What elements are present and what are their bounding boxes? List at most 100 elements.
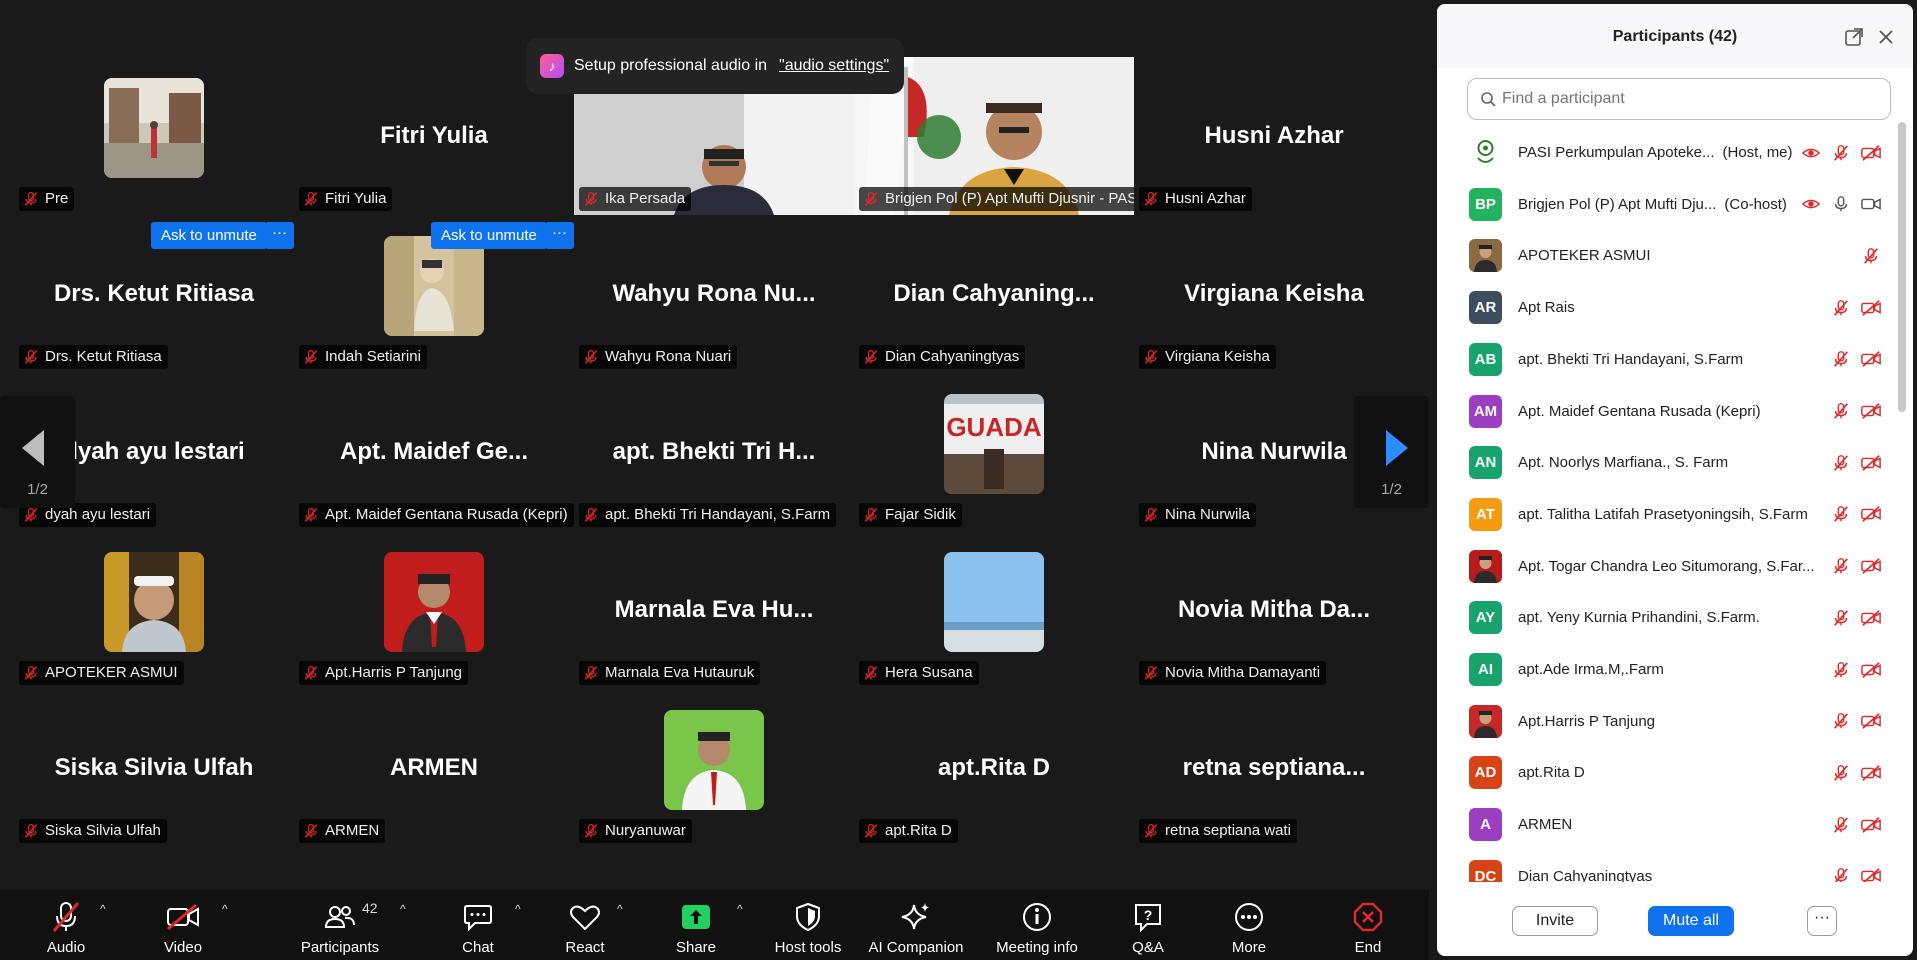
video-off-icon[interactable] — [1860, 452, 1882, 474]
chat-options-caret[interactable]: ^ — [515, 902, 521, 916]
participant-tile[interactable]: Siska Silvia Ulfah Siska Silvia Ulfah — [14, 689, 294, 847]
participant-row[interactable]: AD apt.Rita D — [1437, 747, 1897, 798]
more-button[interactable]: More — [1226, 890, 1272, 960]
mic-muted-icon[interactable] — [1860, 245, 1882, 267]
ask-to-unmute-button[interactable]: Ask to unmute — [151, 222, 267, 249]
participant-row[interactable]: AI apt.Ade Irma.M,.Farm — [1437, 644, 1897, 695]
participant-role: (Co-host) — [1724, 195, 1787, 213]
participant-row[interactable]: PASI Perkumpulan Apoteke... (Host, me) — [1437, 127, 1897, 178]
participant-row[interactable]: AR Apt Rais — [1437, 282, 1897, 333]
participant-tile[interactable]: Husni Azhar Husni Azhar — [1134, 57, 1414, 215]
participant-search[interactable] — [1467, 78, 1891, 120]
tile-label-text: Siska Silvia Ulfah — [45, 822, 161, 839]
participant-row[interactable]: Apt. Togar Chandra Leo Situmorang, S.Far… — [1437, 541, 1897, 592]
video-off-icon[interactable] — [1860, 865, 1882, 882]
participant-row[interactable]: DC Dian Cahyaningtyas — [1437, 851, 1897, 882]
mic-muted-icon[interactable] — [1830, 452, 1852, 474]
close-icon[interactable] — [1876, 27, 1896, 47]
video-off-icon[interactable] — [1860, 142, 1882, 164]
video-off-icon[interactable] — [1860, 503, 1882, 525]
end-meeting-button[interactable]: End — [1348, 890, 1388, 960]
tile-more-button[interactable]: ··· — [265, 222, 294, 249]
mic-muted-icon[interactable] — [1830, 555, 1852, 577]
next-page-button[interactable]: 1/2 — [1354, 396, 1429, 508]
participant-tile[interactable]: Wahyu Rona Nu... Wahyu Rona Nuari — [574, 215, 854, 373]
mic-icon[interactable] — [1830, 193, 1852, 215]
previous-page-button[interactable]: 1/2 — [0, 396, 75, 508]
mic-muted-icon[interactable] — [1830, 503, 1852, 525]
participant-tile[interactable]: apt.Rita D apt.Rita D — [854, 689, 1134, 847]
audio-button[interactable]: Audio — [38, 890, 94, 960]
audio-settings-toast[interactable]: ♪ Setup professional audio in "audio set… — [526, 38, 904, 94]
mic-muted-icon[interactable] — [1830, 348, 1852, 370]
video-options-caret[interactable]: ^ — [222, 902, 228, 916]
mic-muted-icon[interactable] — [1830, 710, 1852, 732]
recording-icon[interactable] — [1800, 142, 1822, 164]
meeting-info-button[interactable]: Meeting info — [990, 890, 1084, 960]
mic-muted-icon[interactable] — [1830, 297, 1852, 319]
participant-tile[interactable]: retna septiana... retna septiana wati — [1134, 689, 1414, 847]
participants-options-caret[interactable]: ^ — [400, 902, 406, 916]
video-off-icon[interactable] — [1860, 400, 1882, 422]
mic-muted-icon[interactable] — [1830, 607, 1852, 629]
participant-row[interactable]: AT apt. Talitha Latifah Prasetyoningsih, … — [1437, 489, 1897, 540]
popout-icon[interactable] — [1844, 27, 1864, 47]
video-off-icon[interactable] — [1860, 348, 1882, 370]
participant-tile[interactable]: Pre — [14, 57, 294, 215]
participant-row[interactable]: AM Apt. Maidef Gentana Rusada (Kepri) — [1437, 386, 1897, 437]
chat-button[interactable]: Chat — [455, 890, 501, 960]
search-input[interactable] — [1502, 90, 1862, 108]
ai-companion-button[interactable]: AI Companion — [864, 890, 968, 960]
participant-row[interactable]: AN Apt. Noorlys Marfiana., S. Farm — [1437, 437, 1897, 488]
ask-to-unmute-button[interactable]: Ask to unmute — [431, 222, 547, 249]
participant-row[interactable]: AB apt. Bhekti Tri Handayani, S.Farm — [1437, 334, 1897, 385]
host-tools-button[interactable]: Host tools — [770, 890, 846, 960]
video-off-icon[interactable] — [1860, 814, 1882, 836]
tile-label-text: Fitri Yulia — [325, 190, 387, 207]
invite-button[interactable]: Invite — [1512, 906, 1598, 936]
participant-row[interactable]: APOTEKER ASMUI — [1437, 230, 1897, 281]
participant-tile[interactable]: ARMEN ARMEN — [294, 689, 574, 847]
video-icon[interactable] — [1860, 193, 1882, 215]
participant-row[interactable]: A ARMEN — [1437, 799, 1897, 850]
participant-row[interactable]: Apt.Harris P Tanjung — [1437, 696, 1897, 747]
mute-all-button[interactable]: Mute all — [1648, 906, 1734, 936]
react-button[interactable]: React — [560, 890, 610, 960]
participant-tile[interactable]: Apt.Harris P Tanjung — [294, 531, 574, 689]
video-off-icon[interactable] — [1860, 297, 1882, 319]
video-off-icon[interactable] — [1860, 762, 1882, 784]
mic-muted-icon[interactable] — [1830, 659, 1852, 681]
video-off-icon[interactable] — [1860, 607, 1882, 629]
video-button[interactable]: Video — [155, 890, 211, 960]
video-off-icon[interactable] — [1860, 659, 1882, 681]
participant-tile[interactable]: GUADA Fajar Sidik — [854, 373, 1134, 531]
mic-muted-icon[interactable] — [1830, 142, 1852, 164]
video-off-icon[interactable] — [1860, 710, 1882, 732]
participant-tile[interactable]: Novia Mitha Da... Novia Mitha Damayanti — [1134, 531, 1414, 689]
mic-muted-icon[interactable] — [1830, 762, 1852, 784]
participant-list-scrollbar[interactable] — [1898, 122, 1906, 412]
video-off-icon[interactable] — [1860, 555, 1882, 577]
tile-more-button[interactable]: ··· — [545, 222, 574, 249]
participant-tile[interactable]: apt. Bhekti Tri H... apt. Bhekti Tri Hand… — [574, 373, 854, 531]
participant-tile[interactable]: Dian Cahyaning... Dian Cahyaningtyas — [854, 215, 1134, 373]
share-options-caret[interactable]: ^ — [737, 902, 743, 916]
panel-more-button[interactable]: ··· — [1807, 906, 1837, 936]
participant-tile[interactable]: Marnala Eva Hu... Marnala Eva Hutauruk — [574, 531, 854, 689]
mic-muted-icon[interactable] — [1830, 865, 1852, 882]
recording-icon[interactable] — [1800, 193, 1822, 215]
mic-muted-icon[interactable] — [1830, 814, 1852, 836]
participant-tile[interactable]: Hera Susana — [854, 531, 1134, 689]
share-button[interactable]: Share — [672, 890, 720, 960]
participant-tile[interactable]: APOTEKER ASMUI — [14, 531, 294, 689]
audio-options-caret[interactable]: ^ — [100, 902, 106, 916]
qa-button[interactable]: ? Q&A — [1128, 890, 1168, 960]
audio-settings-link[interactable]: "audio settings" — [779, 57, 889, 75]
mic-muted-icon[interactable] — [1830, 400, 1852, 422]
participant-tile[interactable]: Apt. Maidef Ge... Apt. Maidef Gentana Rus… — [294, 373, 574, 531]
participant-row[interactable]: AY apt. Yeny Kurnia Prihandini, S.Farm. — [1437, 592, 1897, 643]
participant-tile[interactable]: Virgiana Keisha Virgiana Keisha — [1134, 215, 1414, 373]
react-options-caret[interactable]: ^ — [617, 902, 623, 916]
participant-row[interactable]: BP Brigjen Pol (P) Apt Mufti Dju... (Co-ho… — [1437, 179, 1897, 230]
participant-tile[interactable]: Nuryanuwar — [574, 689, 854, 847]
